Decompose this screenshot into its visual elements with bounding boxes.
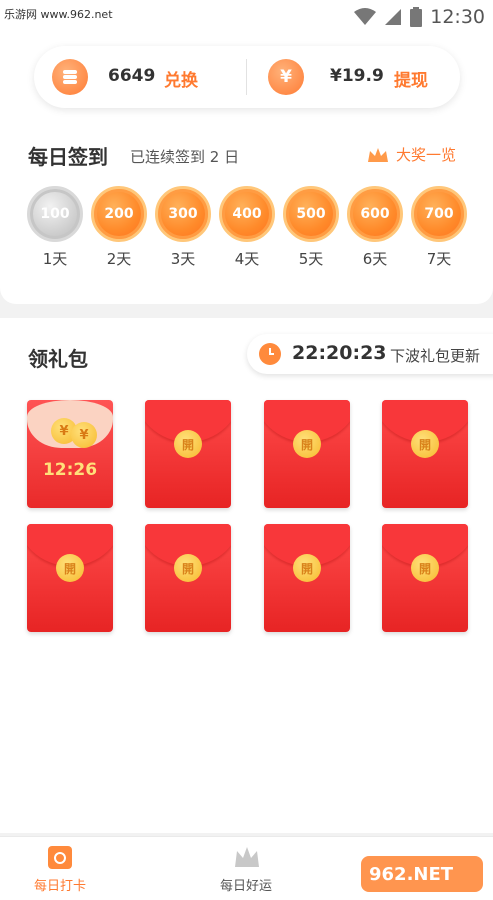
red-envelope-opened[interactable]: ¥ ¥ 12:26: [27, 400, 113, 508]
red-envelope[interactable]: 開: [382, 524, 468, 632]
yuan-icon: ¥: [268, 59, 304, 95]
site-watermark: 962.NET: [357, 850, 487, 896]
day-coin: 200: [91, 186, 147, 242]
prize-list-link[interactable]: 大奖一览: [366, 144, 456, 165]
open-seal: 開: [174, 554, 202, 582]
red-envelope[interactable]: 開: [145, 524, 231, 632]
coin-icon: ¥: [71, 422, 97, 448]
coin-balance: 6649: [108, 66, 156, 86]
nav-label: 每日打卡: [33, 879, 86, 894]
gift-title: 领礼包: [28, 347, 88, 371]
battery-icon: [410, 7, 423, 27]
watermark-text: 乐游网 www.962.net: [4, 8, 113, 21]
open-seal: 開: [411, 430, 439, 458]
red-envelope[interactable]: 開: [264, 400, 350, 508]
day-item[interactable]: 700 7天: [411, 186, 467, 269]
nav-daily-checkin[interactable]: 每日打卡: [10, 843, 110, 894]
day-label: 2天: [106, 250, 132, 268]
crown-icon: [232, 843, 260, 871]
signal-icon: [385, 9, 402, 25]
day-item[interactable]: 300 3天: [155, 186, 211, 269]
day-label: 7天: [426, 250, 452, 268]
sign-in-streak: 已连续签到 2 日: [130, 148, 240, 166]
day-label: 3天: [170, 250, 196, 268]
open-seal: 開: [293, 430, 321, 458]
wifi-icon: [354, 8, 377, 25]
day-coin: 600: [347, 186, 403, 242]
timer-note: 下波礼包更新: [390, 347, 481, 365]
day-coin: 700: [411, 186, 467, 242]
day-label: 4天: [234, 250, 260, 268]
open-seal: 開: [174, 430, 202, 458]
day-item[interactable]: 500 5天: [283, 186, 339, 269]
day-coin: 100: [27, 186, 83, 242]
nav-label: 每日好运: [219, 879, 272, 894]
sign-in-days: 100 1天 200 2天 300 3天 400 4天 500 5天 600 6…: [27, 186, 467, 306]
day-item[interactable]: 200 2天: [91, 186, 147, 269]
day-item[interactable]: 600 6天: [347, 186, 403, 269]
red-envelope[interactable]: 開: [264, 524, 350, 632]
sign-in-title: 每日签到: [28, 145, 108, 169]
day-coin: 500: [283, 186, 339, 242]
nav-daily-luck[interactable]: 每日好运: [196, 843, 296, 894]
open-seal: 開: [411, 554, 439, 582]
checkin-icon: [46, 843, 74, 871]
day-label: 5天: [298, 250, 324, 268]
red-envelope[interactable]: 開: [382, 400, 468, 508]
envelope-countdown: 12:26: [42, 460, 98, 480]
open-seal: 開: [293, 554, 321, 582]
cash-balance: ¥19.9: [330, 66, 384, 86]
day-label: 6天: [362, 250, 388, 268]
clock-icon: [259, 343, 281, 365]
day-item[interactable]: 400 4天: [219, 186, 275, 269]
divider: [246, 59, 247, 95]
day-item[interactable]: 100 1天: [27, 186, 83, 269]
day-label: 1天: [42, 250, 68, 268]
status-bar: 乐游网 www.962.net 12:30: [0, 0, 493, 34]
status-icons: 12:30: [354, 3, 485, 31]
prize-link-label: 大奖一览: [396, 146, 457, 164]
refresh-timer: 22:20:23 下波礼包更新: [247, 334, 493, 374]
top-region: 6649 兑换 ¥ ¥19.9 提现 每日签到 已连续签到 2 日 大奖一览 1…: [0, 34, 493, 304]
balance-card: 6649 兑换 ¥ ¥19.9 提现: [34, 46, 460, 108]
red-envelope[interactable]: 開: [145, 400, 231, 508]
status-time: 12:30: [430, 6, 485, 28]
crown-icon: [368, 147, 388, 162]
day-coin: 400: [219, 186, 275, 242]
day-coin: 300: [155, 186, 211, 242]
timer-value: 22:20:23: [292, 342, 387, 364]
gift-region: 领礼包 22:20:23 下波礼包更新 ¥ ¥ 12:26 開 開 開 開 開: [0, 318, 493, 833]
red-envelope[interactable]: 開: [27, 524, 113, 632]
svg-text:962.NET: 962.NET: [369, 864, 454, 885]
open-seal: 開: [56, 554, 84, 582]
withdraw-button[interactable]: 提现: [394, 66, 428, 91]
coin-stack-icon: [52, 59, 88, 95]
exchange-button[interactable]: 兑换: [164, 66, 198, 91]
